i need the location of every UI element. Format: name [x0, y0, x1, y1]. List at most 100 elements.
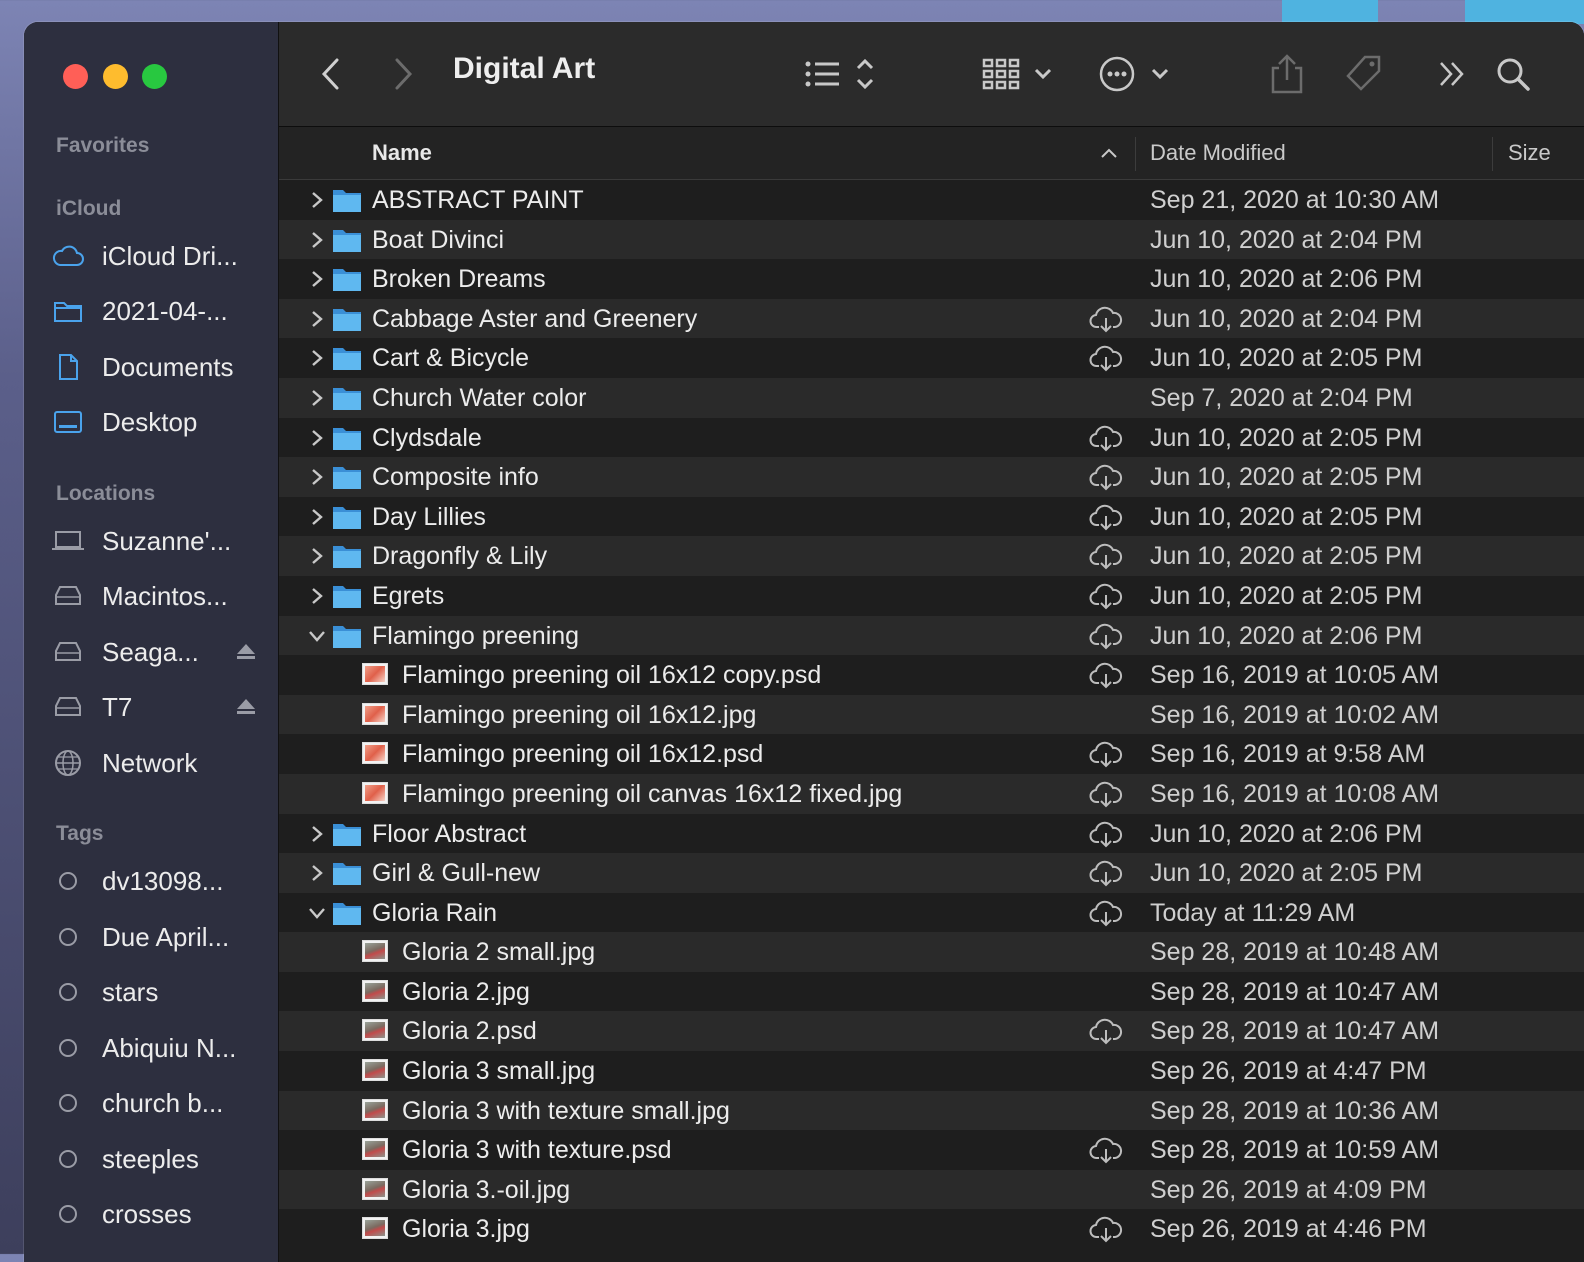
sidebar-tag-item[interactable]: Abiquiu N... [50, 1025, 270, 1071]
file-row[interactable]: Cart & Bicycle Jun 10, 2020 at 2:05 PM [279, 338, 1584, 378]
file-row[interactable]: Gloria 3.jpg Sep 26, 2019 at 4:46 PM [279, 1209, 1584, 1250]
file-row[interactable]: Gloria 2.psd Sep 28, 2019 at 10:47 AM [279, 1011, 1584, 1052]
forward-button[interactable] [391, 52, 415, 96]
zoom-button[interactable] [142, 64, 167, 89]
column-date-modified[interactable]: Date Modified [1150, 140, 1286, 166]
cloud-download-icon[interactable] [1089, 1216, 1123, 1249]
file-row[interactable]: Gloria 3 with texture small.jpg Sep 28, 2… [279, 1090, 1584, 1131]
file-row[interactable]: Gloria 3 with texture.psd Sep 28, 2019 at… [279, 1130, 1584, 1170]
chevron-down-icon[interactable] [307, 626, 327, 646]
file-row[interactable]: Floor Abstract Jun 10, 2020 at 2:06 PM [279, 813, 1584, 854]
file-row[interactable]: Flamingo preening oil canvas 16x12 fixed… [279, 773, 1584, 814]
more-toolbar-button[interactable] [1437, 52, 1467, 96]
sidebar-tag-item[interactable]: steeples [50, 1136, 270, 1182]
sidebar-item-label: T7 [102, 691, 133, 722]
column-separator[interactable] [1135, 137, 1136, 171]
file-row[interactable]: Day Lillies Jun 10, 2020 at 2:05 PM [279, 496, 1584, 537]
chevron-right-icon[interactable] [307, 546, 327, 566]
cloud-download-icon[interactable] [1089, 583, 1123, 616]
cloud-download-icon[interactable] [1089, 504, 1123, 537]
sidebar-item-documents[interactable]: Documents [50, 344, 270, 390]
chevron-right-icon[interactable] [307, 269, 327, 289]
cloud-download-icon[interactable] [1089, 741, 1123, 774]
cloud-download-icon[interactable] [1089, 623, 1123, 656]
cloud-download-icon[interactable] [1089, 425, 1123, 458]
file-row[interactable]: Boat Divinci Jun 10, 2020 at 2:04 PM [279, 219, 1584, 260]
chevron-right-icon[interactable] [307, 388, 327, 408]
file-row[interactable]: Gloria Rain Today at 11:29 AM [279, 892, 1584, 933]
sidebar-item-desktop[interactable]: Desktop [50, 399, 270, 445]
cloud-download-icon[interactable] [1089, 1137, 1123, 1170]
sidebar-tag-item[interactable]: dv13098... [50, 858, 270, 904]
sort-ascending-icon[interactable] [1100, 147, 1118, 159]
column-separator[interactable] [1492, 137, 1493, 171]
file-row[interactable]: Broken Dreams Jun 10, 2020 at 2:06 PM [279, 259, 1584, 299]
tag-button[interactable] [1343, 52, 1383, 96]
file-row[interactable]: Cabbage Aster and Greenery Jun 10, 2020 a… [279, 298, 1584, 339]
file-row[interactable]: Flamingo preening oil 16x12.psd Sep 16, 2… [279, 734, 1584, 774]
file-row[interactable]: Flamingo preening oil 16x12.jpg Sep 16, 2… [279, 694, 1584, 735]
file-row[interactable]: Church Water color Sep 7, 2020 at 2:04 PM [279, 377, 1584, 418]
chevron-right-icon[interactable] [307, 467, 327, 487]
chevron-right-icon[interactable] [307, 824, 327, 844]
file-row[interactable]: Dragonfly & Lily Jun 10, 2020 at 2:05 PM [279, 536, 1584, 576]
sidebar-item-folder-2021[interactable]: 2021-04-... [50, 288, 270, 334]
cloud-icon [50, 241, 86, 271]
chevron-right-icon[interactable] [307, 507, 327, 527]
chevron-right-icon[interactable] [307, 348, 327, 368]
file-row[interactable]: Clydsdale Jun 10, 2020 at 2:05 PM [279, 417, 1584, 458]
cloud-download-icon[interactable] [1089, 543, 1123, 576]
chevron-right-icon[interactable] [307, 863, 327, 883]
file-date-modified: Sep 26, 2019 at 4:47 PM [1150, 1057, 1427, 1086]
close-button[interactable] [63, 64, 88, 89]
cloud-download-icon[interactable] [1089, 821, 1123, 854]
file-row[interactable]: Gloria 2.jpg Sep 28, 2019 at 10:47 AM [279, 971, 1584, 1012]
share-button[interactable] [1269, 52, 1305, 96]
file-row[interactable]: Girl & Gull-new Jun 10, 2020 at 2:05 PM [279, 853, 1584, 893]
sidebar-item-macintosh[interactable]: Macintos... [50, 573, 270, 619]
cloud-download-icon[interactable] [1089, 345, 1123, 378]
chevron-right-icon[interactable] [307, 428, 327, 448]
group-button[interactable] [982, 52, 1054, 96]
sidebar-item-t7[interactable]: T7 [50, 684, 270, 730]
file-row[interactable]: Gloria 3.-oil.jpg Sep 26, 2019 at 4:09 PM [279, 1169, 1584, 1210]
search-button[interactable] [1495, 52, 1531, 96]
cloud-download-icon[interactable] [1089, 781, 1123, 814]
column-size[interactable]: Size [1508, 140, 1551, 166]
sidebar-item-seagate[interactable]: Seaga... [50, 629, 270, 675]
cloud-download-icon[interactable] [1089, 900, 1123, 933]
sidebar-tag-item[interactable]: church b... [50, 1080, 270, 1126]
chevron-right-icon[interactable] [307, 230, 327, 250]
sidebar-item-icloud-drive[interactable]: iCloud Dri... [50, 233, 270, 279]
cloud-download-icon[interactable] [1089, 662, 1123, 695]
chevron-right-icon[interactable] [307, 309, 327, 329]
sidebar-item-network[interactable]: Network [50, 740, 270, 786]
file-row[interactable]: Composite info Jun 10, 2020 at 2:05 PM [279, 457, 1584, 497]
file-row[interactable]: Egrets Jun 10, 2020 at 2:05 PM [279, 575, 1584, 616]
back-button[interactable] [319, 52, 343, 96]
file-name: Cabbage Aster and Greenery [372, 304, 698, 333]
file-row[interactable]: Gloria 2 small.jpg Sep 28, 2019 at 10:48 … [279, 932, 1584, 972]
minimize-button[interactable] [103, 64, 128, 89]
sidebar-tag-item[interactable]: Due April... [50, 914, 270, 960]
file-row[interactable]: Gloria 3 small.jpg Sep 26, 2019 at 4:47 P… [279, 1051, 1584, 1091]
eject-icon[interactable] [236, 698, 256, 721]
sidebar-item-suzanne[interactable]: Suzanne'... [50, 518, 270, 564]
sidebar-tag-item[interactable]: crosses [50, 1191, 270, 1237]
eject-icon[interactable] [236, 643, 256, 666]
file-row[interactable]: Flamingo preening oil 16x12 copy.psd Sep … [279, 655, 1584, 695]
chevron-right-icon[interactable] [307, 586, 327, 606]
cloud-download-icon[interactable] [1089, 1018, 1123, 1051]
cloud-download-icon[interactable] [1089, 306, 1123, 339]
more-icon [1099, 56, 1169, 92]
sidebar-tag-item[interactable]: stars [50, 969, 270, 1015]
chevron-right-icon[interactable] [307, 190, 327, 210]
column-name[interactable]: Name [372, 140, 432, 166]
chevron-down-icon[interactable] [307, 903, 327, 923]
view-list-button[interactable] [804, 52, 884, 96]
cloud-download-icon[interactable] [1089, 464, 1123, 497]
file-row[interactable]: Flamingo preening Jun 10, 2020 at 2:06 PM [279, 615, 1584, 656]
file-row[interactable]: ABSTRACT PAINT Sep 21, 2020 at 10:30 AM [279, 180, 1584, 220]
action-menu-button[interactable] [1099, 52, 1171, 96]
cloud-download-icon[interactable] [1089, 860, 1123, 893]
